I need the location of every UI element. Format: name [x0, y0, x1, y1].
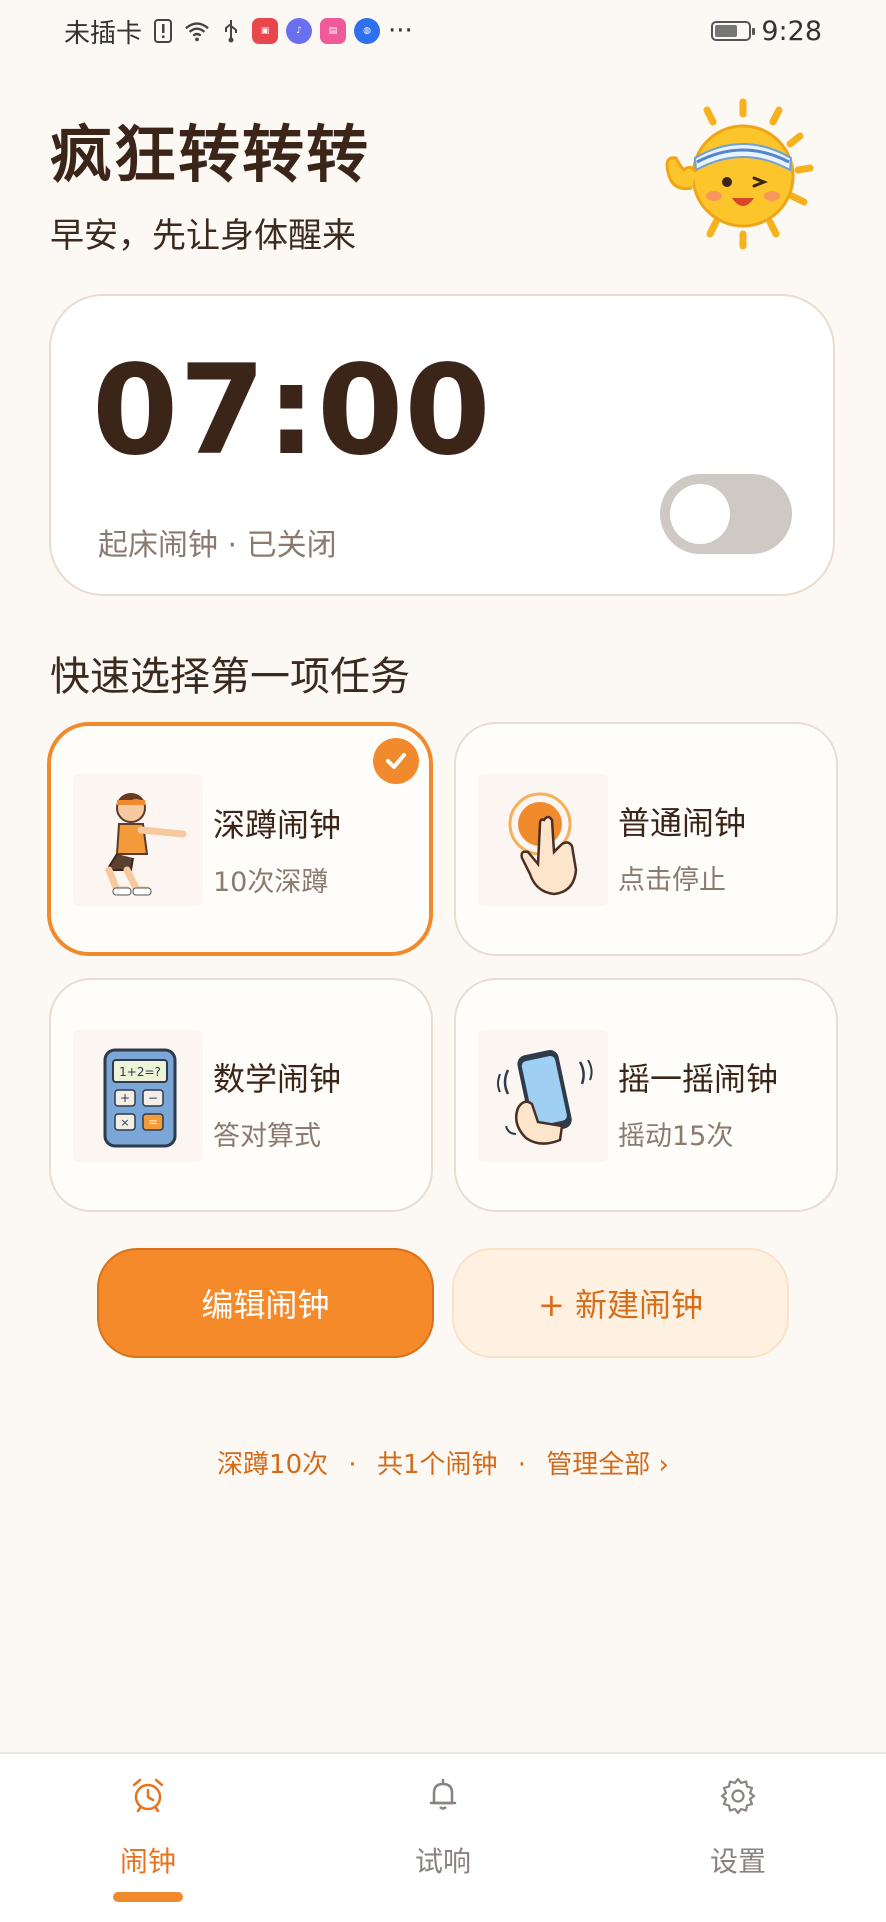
manage-all-link[interactable]: 管理全部 ›: [546, 1450, 669, 1480]
clock-time: 9:28: [761, 15, 822, 47]
summary-count: 共1个闹钟: [376, 1450, 498, 1480]
svg-text:+: +: [120, 1091, 130, 1105]
status-bar-right: 9:28: [711, 14, 822, 48]
gear-icon: [719, 1776, 757, 1815]
calculator-icon: 1+2=? + − × =: [73, 1030, 203, 1162]
svg-text:=: =: [148, 1115, 158, 1129]
page-title: 疯狂转转转: [50, 118, 371, 191]
page-subtitle: 早安，先让身体醒来: [50, 216, 356, 256]
nav-label: 设置: [709, 1845, 766, 1878]
task-name: 普通闹钟: [618, 804, 747, 842]
task-desc: 10次深蹲: [213, 867, 329, 898]
task-card-math[interactable]: 1+2=? + − × = 数学闹钟 答对算式: [49, 978, 433, 1212]
nav-item-settings[interactable]: 设置: [658, 1776, 818, 1880]
svg-text:×: ×: [120, 1116, 129, 1129]
task-desc: 摇动15次: [618, 1121, 734, 1152]
tips-app-icon: ◍: [354, 18, 381, 44]
squat-icon: [73, 774, 203, 906]
task-name: 摇一摇闹钟: [618, 1060, 779, 1098]
task-desc: 答对算式: [213, 1121, 321, 1152]
task-name: 深蹲闹钟: [213, 806, 342, 844]
task-card-shake[interactable]: 摇一摇闹钟 摇动15次: [454, 978, 838, 1212]
summary-separator: ·: [517, 1450, 527, 1480]
task-desc: 点击停止: [618, 865, 726, 896]
alarm-time: 07:00: [92, 339, 492, 483]
alarm-clock-icon: [129, 1776, 167, 1814]
svg-text:1+2=?: 1+2=?: [119, 1065, 161, 1079]
shopping-app-icon: ▣: [252, 18, 279, 44]
music-app-icon: ♪: [286, 18, 313, 44]
summary-line: 深蹲10次 · 共1个闹钟 · 管理全部 ›: [0, 1444, 886, 1481]
alarm-label: 起床闹钟 · 已关闭: [98, 528, 337, 563]
svg-text:−: −: [148, 1091, 158, 1105]
bell-icon: [424, 1776, 462, 1814]
task-card-normal[interactable]: 普通闹钟 点击停止: [454, 722, 838, 956]
tap-icon: [478, 774, 608, 906]
more-notifications-icon: ···: [388, 16, 413, 46]
new-alarm-button[interactable]: + 新建闹钟: [452, 1248, 789, 1358]
wifi-icon: [184, 18, 210, 44]
nav-label: 试响: [414, 1845, 471, 1878]
nav-item-test[interactable]: 试响: [363, 1776, 523, 1880]
status-bar-left: 未插卡 ▣ ♪ ▤ ◍ ···: [64, 14, 413, 49]
sim-alert-icon: [150, 18, 176, 44]
nav-item-alarm[interactable]: 闹钟: [68, 1776, 228, 1880]
carrier-text: 未插卡: [64, 18, 143, 49]
checkmark-icon: [373, 738, 419, 784]
quick-tasks-title: 快速选择第一项任务: [50, 654, 410, 700]
alarm-toggle[interactable]: [660, 474, 792, 554]
usb-icon: [218, 18, 244, 44]
task-card-squat[interactable]: 深蹲闹钟 10次深蹲: [47, 722, 433, 956]
video-app-icon: ▤: [320, 18, 347, 44]
sun-mascot-icon: [650, 96, 836, 256]
summary-squat: 深蹲10次: [217, 1450, 329, 1480]
toggle-knob: [670, 484, 730, 544]
nav-label: 闹钟: [119, 1845, 176, 1878]
summary-separator: ·: [348, 1450, 357, 1480]
task-name: 数学闹钟: [213, 1060, 342, 1098]
edit-alarm-button[interactable]: 编辑闹钟: [97, 1248, 434, 1358]
active-tab-indicator: [113, 1892, 183, 1902]
shake-phone-icon: [478, 1030, 608, 1162]
status-bar: 未插卡 ▣ ♪ ▤ ◍ ··· 9:28: [0, 0, 886, 60]
battery-icon: [711, 21, 756, 41]
